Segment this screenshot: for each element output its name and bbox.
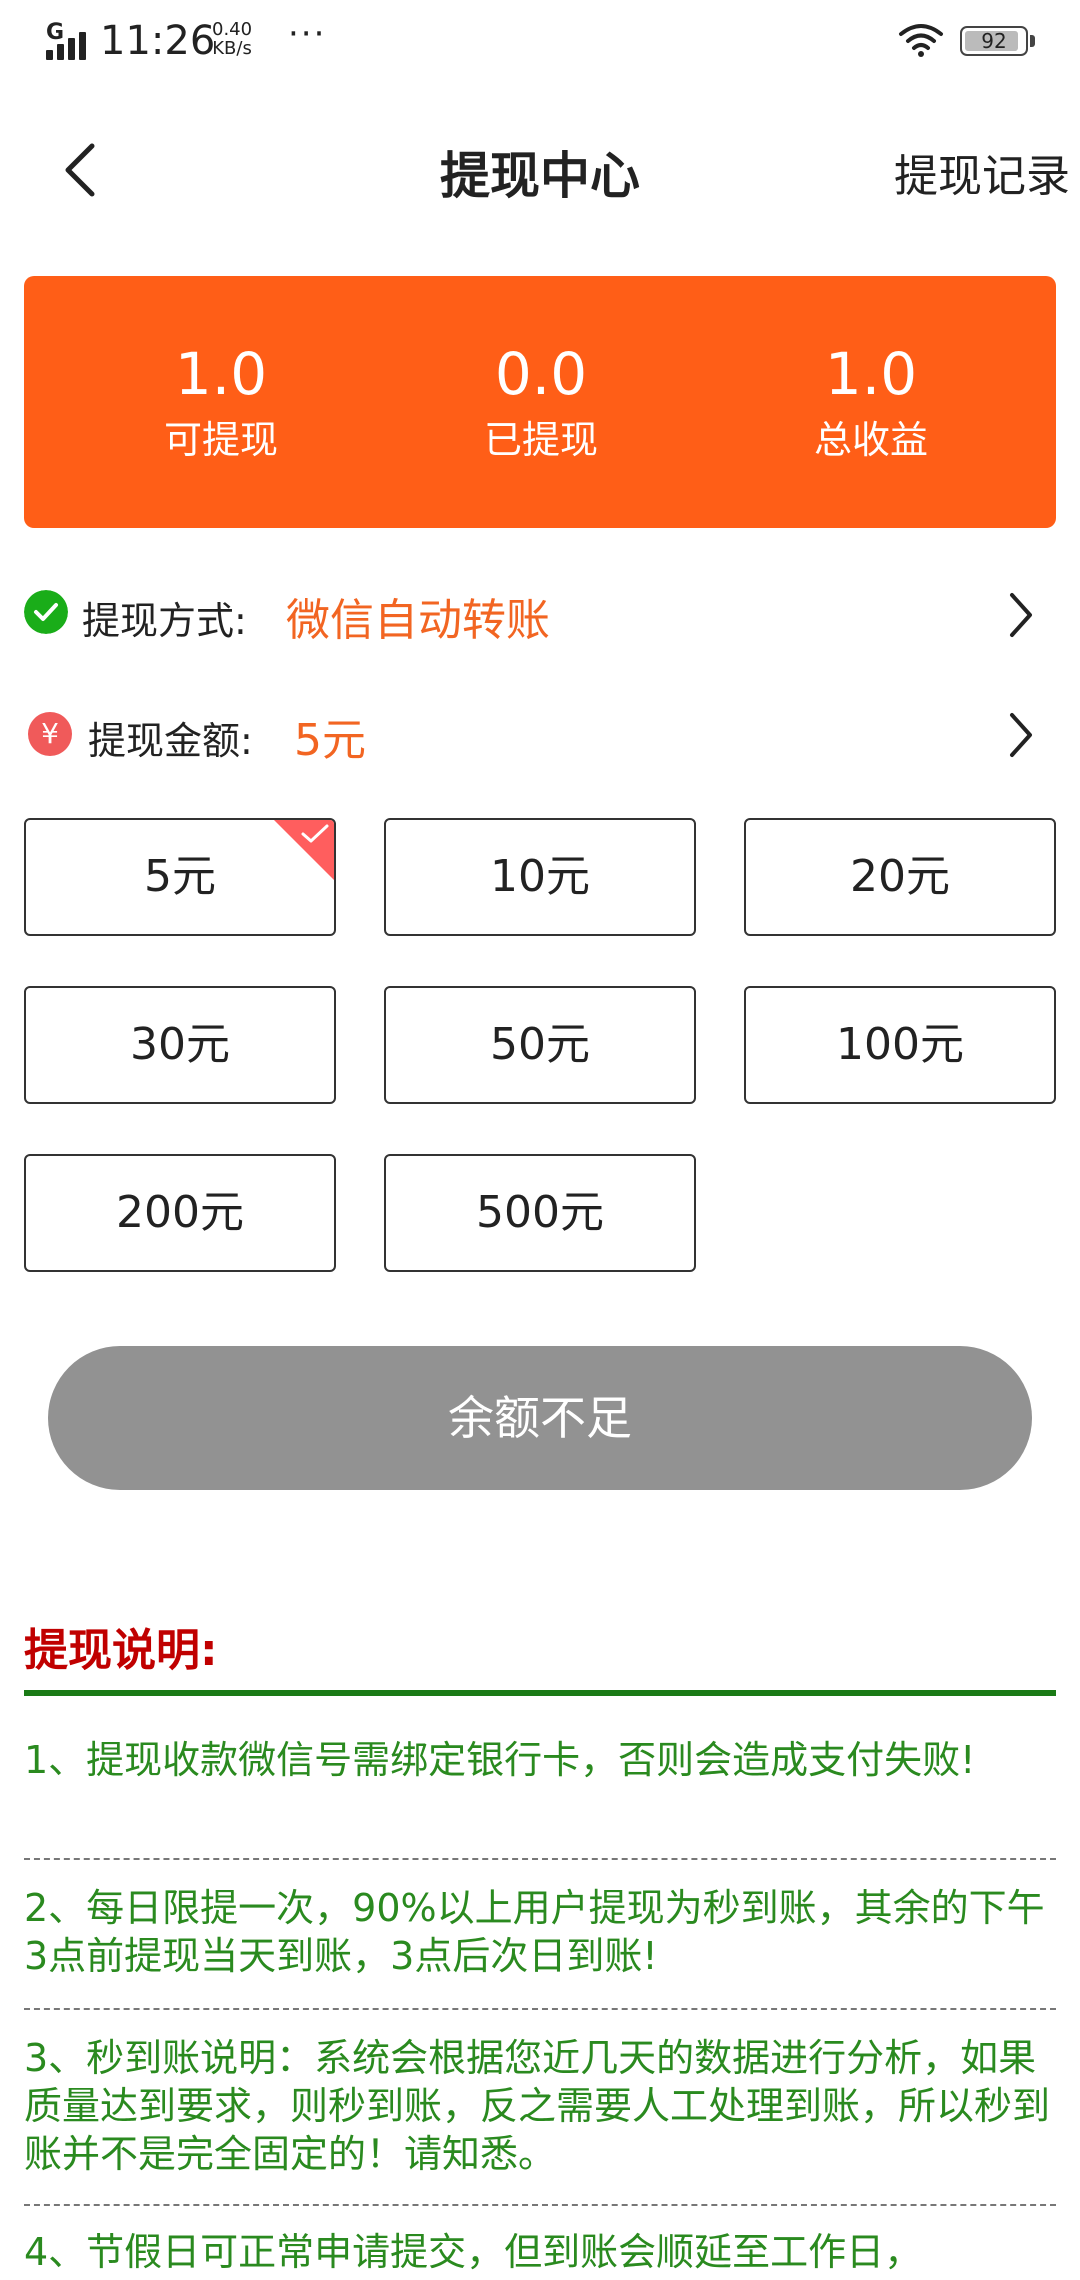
withdraw-record-link[interactable]: 提现记录: [894, 140, 1070, 204]
amount-option-30[interactable]: 30元: [24, 986, 336, 1104]
stat-value: 1.0: [824, 340, 918, 408]
amount-option-label: 10元: [490, 851, 590, 902]
battery-cap: [1030, 35, 1035, 47]
amount-option-label: 50元: [490, 1019, 590, 1070]
amount-option-20[interactable]: 20元: [744, 818, 1056, 936]
stat-withdrawn: 0.0 已提现: [376, 276, 706, 462]
amount-option-500[interactable]: 500元: [384, 1154, 696, 1272]
amount-option-label: 30元: [130, 1019, 230, 1070]
note-item: 2、每日限提一次，90%以上用户提现为秒到账，其余的下午3点前提现当天到账，3点…: [24, 1886, 1045, 1978]
dashed-divider: [24, 2204, 1056, 2206]
note-item: 4、节假日可正常申请提交，但到账会顺延至工作日，: [24, 2230, 923, 2274]
withdraw-amount-value: 5元: [294, 715, 366, 766]
amount-option-50[interactable]: 50元: [384, 986, 696, 1104]
amount-option-label: 100元: [836, 1019, 964, 1070]
battery-percent: 92: [981, 29, 1007, 53]
stat-value: 1.0: [174, 340, 268, 408]
chevron-right-icon: [1010, 593, 1032, 637]
balance-summary-card: 1.0 可提现 0.0 已提现 1.0 总收益: [24, 276, 1056, 528]
stat-value: 0.0: [494, 340, 588, 408]
network-speed: 0.40 KB/s: [212, 20, 252, 58]
network-speed-unit: KB/s: [212, 38, 252, 59]
signal-icon: [46, 30, 90, 60]
amount-option-200[interactable]: 200元: [24, 1154, 336, 1272]
amount-option-label: 200元: [116, 1187, 244, 1238]
check-icon: [301, 824, 329, 843]
withdraw-amount-label: 提现金额:: [88, 719, 253, 763]
dashed-divider: [24, 2008, 1056, 2010]
more-notifications-icon: ···: [288, 14, 327, 54]
battery-icon: 92: [960, 26, 1028, 56]
stat-label: 已提现: [483, 418, 598, 462]
network-speed-value: 0.40: [212, 19, 253, 40]
amount-option-5[interactable]: 5元: [24, 818, 336, 936]
clock: 11:26: [100, 18, 216, 64]
stat-label: 可提现: [163, 418, 278, 462]
notes-title: 提现说明:: [24, 1625, 218, 1676]
chevron-right-icon: [1010, 713, 1032, 757]
withdraw-method-label: 提现方式:: [82, 599, 247, 643]
stat-total-earnings: 1.0 总收益: [706, 276, 1036, 462]
wechat-icon: [24, 590, 68, 634]
wifi-icon: [899, 24, 943, 57]
yuan-icon: ¥: [28, 712, 72, 756]
note-item: 3、秒到账说明：系统会根据您近几天的数据进行分析，如果质量达到要求，则秒到账，反…: [24, 2036, 1051, 2176]
dashed-divider: [24, 1858, 1056, 1860]
amount-option-100[interactable]: 100元: [744, 986, 1056, 1104]
amount-option-10[interactable]: 10元: [384, 818, 696, 936]
submit-withdraw-button[interactable]: 余额不足: [48, 1346, 1032, 1490]
notes-divider: [24, 1690, 1056, 1696]
status-bar: G 11:26 0.40 KB/s ··· 92: [0, 0, 1080, 84]
amount-option-label: 20元: [850, 851, 950, 902]
note-item: 1、提现收款微信号需绑定银行卡，否则会造成支付失败!: [24, 1738, 976, 1782]
stat-withdrawable: 1.0 可提现: [56, 276, 386, 462]
withdraw-method-value: 微信自动转账: [286, 595, 550, 646]
amount-option-label: 500元: [476, 1187, 604, 1238]
amount-option-label: 5元: [144, 851, 216, 902]
stat-label: 总收益: [813, 418, 928, 462]
